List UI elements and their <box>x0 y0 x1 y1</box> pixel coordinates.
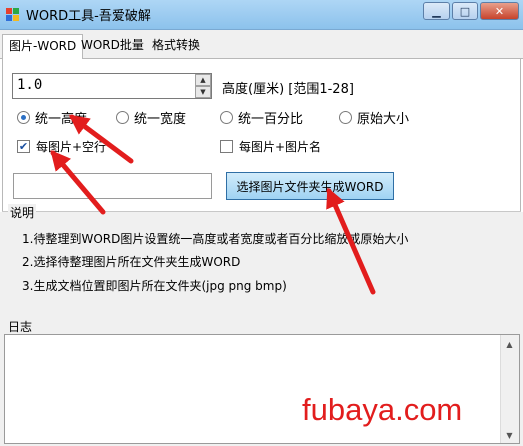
arrow-to-generate-button <box>326 187 376 295</box>
arrow-to-blank-line <box>50 149 106 215</box>
arrow-to-uniform-height <box>68 114 134 164</box>
annotation-arrows <box>50 114 376 295</box>
